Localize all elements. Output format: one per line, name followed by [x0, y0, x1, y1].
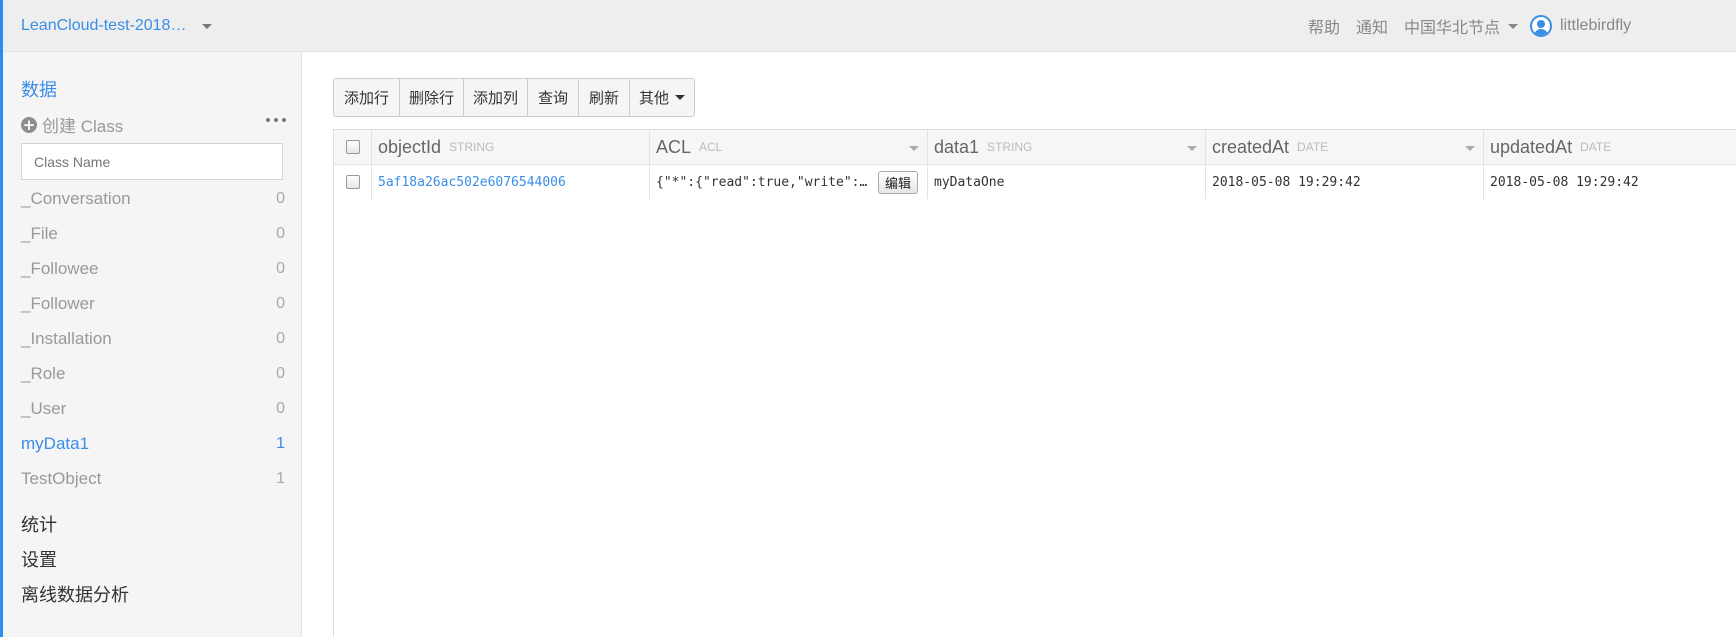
add-column-button[interactable]: 添加列 [464, 79, 528, 116]
class-count: 0 [276, 364, 285, 382]
edit-acl-button[interactable]: 编辑 [878, 170, 919, 194]
objectid-link[interactable]: 5af18a26ac502e6076544006 [378, 175, 566, 190]
region-label: 中国华北节点 [1404, 20, 1501, 37]
more-dropdown-button[interactable]: 其他 [630, 79, 694, 116]
column-header-updatedat[interactable]: updatedAt DATE [1484, 130, 1736, 164]
class-name: TestObject [21, 468, 102, 488]
createdat-value: 2018-05-08 19:29:42 [1212, 174, 1361, 190]
top-bar: LeanCloud-test-2018… 帮助 通知 中国华北节点 little… [0, 0, 1736, 52]
class-name: _User [21, 398, 67, 418]
class-name: _File [21, 223, 58, 243]
create-class-label: 创建 Class [42, 117, 124, 136]
refresh-button[interactable]: 刷新 [579, 79, 630, 116]
cell-objectid[interactable]: 5af18a26ac502e6076544006 [372, 165, 650, 199]
region-dropdown[interactable]: 中国华北节点 [1404, 14, 1519, 38]
class-count: 1 [276, 469, 285, 487]
row-checkbox-cell [334, 165, 372, 199]
add-row-button[interactable]: 添加行 [334, 79, 400, 116]
class-name: myData1 [21, 433, 90, 453]
class-name: _Installation [21, 328, 112, 348]
app-name: LeanCloud-test-2018… [21, 17, 187, 34]
column-type: STRING [987, 140, 1033, 154]
data1-value: myDataOne [934, 174, 1005, 190]
sidebar-item-followee[interactable]: _Followee 0 [21, 251, 285, 286]
sidebar-title-data[interactable]: 数据 [21, 76, 57, 102]
sidebar-item-installation[interactable]: _Installation 0 [21, 321, 285, 356]
grid-header-row: objectId STRING ACL ACL data1 STRING cre… [334, 130, 1736, 165]
column-header-objectid[interactable]: objectId STRING [372, 130, 650, 164]
cell-createdat[interactable]: 2018-05-08 19:29:42 [1206, 165, 1484, 199]
chevron-down-icon [202, 23, 213, 29]
delete-row-button[interactable]: 删除行 [400, 79, 464, 116]
sidebar-item-stats[interactable]: 统计 [21, 506, 129, 541]
accent-stripe [0, 52, 3, 637]
class-count: 0 [276, 294, 285, 312]
updatedat-value: 2018-05-08 19:29:42 [1490, 174, 1639, 190]
sidebar: 数据 + 创建 Class _Conversation 0 _File 0 _F… [0, 52, 302, 637]
sidebar-item-follower[interactable]: _Follower 0 [21, 286, 285, 321]
column-type: DATE [1297, 140, 1329, 154]
username: littlebirdfly [1560, 17, 1632, 34]
column-header-createdat[interactable]: createdAt DATE [1206, 130, 1484, 164]
user-menu[interactable]: littlebirdfly [1530, 14, 1631, 38]
select-all-checkbox[interactable] [345, 140, 360, 154]
class-name-filter-input[interactable] [21, 143, 283, 180]
sidebar-item-role[interactable]: _Role 0 [21, 356, 285, 391]
main-panel: 添加行 删除行 添加列 查询 刷新 其他 objectId STRING ACL… [302, 52, 1736, 637]
acl-value: {"*":{"read":true,"write":true}} [656, 174, 871, 190]
class-name: _Role [21, 363, 66, 383]
sort-caret-icon[interactable] [1465, 146, 1475, 151]
sidebar-item-conversation[interactable]: _Conversation 0 [21, 181, 285, 216]
class-count: 0 [276, 329, 285, 347]
sort-caret-icon[interactable] [909, 146, 919, 151]
query-button[interactable]: 查询 [528, 79, 579, 116]
sidebar-item-file[interactable]: _File 0 [21, 216, 285, 251]
row-checkbox[interactable] [345, 175, 360, 189]
column-name: data1 [934, 136, 980, 157]
notifications-link[interactable]: 通知 [1356, 14, 1388, 38]
more-dots-icon[interactable] [266, 112, 286, 128]
sidebar-item-settings[interactable]: 设置 [21, 541, 129, 576]
accent-stripe [0, 0, 3, 52]
header-checkbox-cell [334, 130, 372, 164]
create-class-button[interactable]: + 创建 Class [21, 112, 123, 137]
class-name: _Followee [21, 258, 99, 278]
chevron-down-icon [1508, 23, 1519, 29]
class-count: 0 [276, 224, 285, 242]
sidebar-item-testobject[interactable]: TestObject 1 [21, 461, 285, 496]
class-name: _Follower [21, 293, 95, 313]
column-type: DATE [1580, 140, 1612, 154]
chevron-down-icon [675, 95, 685, 100]
more-label: 其他 [638, 90, 669, 107]
class-name: _Conversation [21, 188, 131, 208]
side-menu: 统计 设置 离线数据分析 [21, 506, 129, 611]
column-type: ACL [699, 140, 723, 154]
class-count: 0 [276, 259, 285, 277]
data-grid: objectId STRING ACL ACL data1 STRING cre… [333, 129, 1736, 637]
column-name: objectId [378, 136, 442, 157]
column-name: createdAt [1212, 136, 1290, 157]
class-list: _Conversation 0 _File 0 _Followee 0 _Fol… [21, 181, 285, 496]
plus-circle-icon: + [21, 115, 37, 134]
cell-updatedat[interactable]: 2018-05-08 19:29:42 [1484, 165, 1736, 199]
cell-data1[interactable]: myDataOne [928, 165, 1206, 199]
class-count: 0 [276, 399, 285, 417]
column-name: ACL [656, 136, 692, 157]
class-count: 1 [276, 434, 285, 452]
sidebar-item-user[interactable]: _User 0 [21, 391, 285, 426]
sidebar-item-offline-analysis[interactable]: 离线数据分析 [21, 576, 129, 611]
app-switcher[interactable]: LeanCloud-test-2018… [21, 14, 213, 38]
user-avatar-icon [1530, 15, 1552, 37]
column-type: STRING [449, 140, 495, 154]
class-count: 0 [276, 189, 285, 207]
cell-acl[interactable]: {"*":{"read":true,"write":true}} 编辑 [650, 165, 928, 199]
help-link[interactable]: 帮助 [1308, 14, 1340, 38]
table-row: 5af18a26ac502e6076544006 {"*":{"read":tr… [334, 165, 1736, 199]
data-toolbar: 添加行 删除行 添加列 查询 刷新 其他 [333, 78, 695, 117]
sidebar-item-mydata1[interactable]: myData1 1 [21, 426, 285, 461]
column-header-acl[interactable]: ACL ACL [650, 130, 928, 164]
column-header-data1[interactable]: data1 STRING [928, 130, 1206, 164]
column-name: updatedAt [1490, 136, 1573, 157]
sort-caret-icon[interactable] [1187, 146, 1197, 151]
